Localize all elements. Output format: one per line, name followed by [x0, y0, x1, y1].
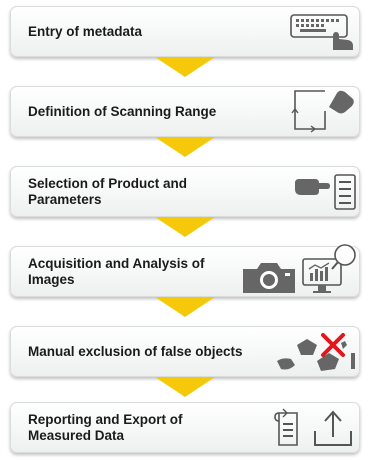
step-label: Acquisition and Analysis of Images	[28, 255, 205, 287]
flow-arrow	[155, 297, 215, 317]
step-label: Entry of metadata	[28, 23, 143, 39]
step-reporting-and-export-of-measured-data: Reporting and Export of Measured Data	[10, 402, 360, 453]
pointing-hand-checklist-icon	[293, 169, 359, 215]
step-manual-exclusion-of-false-objects: Manual exclusion of false objects	[10, 326, 360, 377]
keyboard-hand-icon	[289, 12, 357, 52]
scan-range-hand-icon	[289, 85, 357, 137]
monitor-chart-magnifier-icon	[301, 241, 361, 297]
step-acquisition-and-analysis-of-images: Acquisition and Analysis of Images	[10, 244, 360, 297]
step-label: Definition of Scanning Range	[28, 103, 217, 119]
particles-red-x-icon	[269, 331, 359, 375]
step-selection-of-product-and-parameters: Selection of Product and Parameters	[10, 166, 360, 217]
flow-arrow	[155, 137, 215, 157]
flow-arrow	[155, 57, 215, 77]
report-document-icon	[273, 407, 305, 449]
upload-export-icon	[311, 407, 355, 449]
camera-icon	[241, 261, 297, 295]
workflow-diagram: Entry of metadata Definition of Scanning…	[0, 0, 370, 460]
step-label: Reporting and Export of Measured Data	[28, 411, 183, 443]
step-entry-of-metadata: Entry of metadata	[10, 6, 360, 57]
flow-arrow	[155, 377, 215, 397]
step-definition-of-scanning-range: Definition of Scanning Range	[10, 86, 360, 137]
flow-arrow	[155, 217, 215, 237]
step-label: Selection of Product and Parameters	[28, 175, 188, 207]
step-label: Manual exclusion of false objects	[28, 343, 243, 359]
